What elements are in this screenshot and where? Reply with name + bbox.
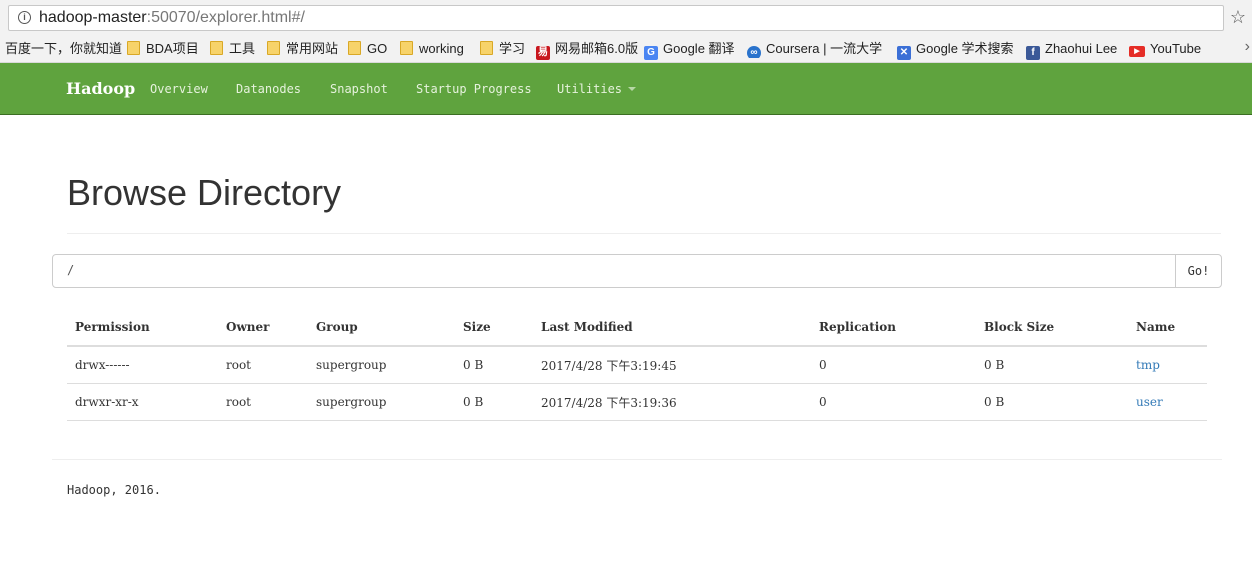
- table-header-row: Permission Owner Group Size Last Modifie…: [67, 309, 1207, 347]
- directory-table: Permission Owner Group Size Last Modifie…: [67, 309, 1207, 421]
- cell-last-modified: 2017/4/28 下午3:19:36: [533, 383, 811, 421]
- cell-size: 0 B: [455, 346, 533, 384]
- bookmark-go[interactable]: GO: [348, 40, 387, 58]
- folder-icon: [267, 41, 280, 55]
- bookmark-label: 工具: [229, 41, 256, 56]
- bookmark-label: Google 学术搜索: [916, 41, 1014, 56]
- star-icon[interactable]: ☆: [1230, 6, 1246, 28]
- coursera-icon: ∞: [747, 46, 761, 58]
- nav-startup-progress[interactable]: Startup Progress: [416, 82, 532, 96]
- youtube-icon: ▶: [1129, 46, 1145, 57]
- bookmark-label: GO: [367, 41, 388, 56]
- cell-owner: root: [218, 346, 308, 384]
- divider: [67, 233, 1221, 234]
- folder-icon: [400, 41, 413, 55]
- facebook-icon: f: [1026, 46, 1040, 60]
- bookmark-label: 网易邮箱6.0版: [555, 41, 639, 56]
- nav-datanodes[interactable]: Datanodes: [236, 82, 301, 96]
- url-text[interactable]: hadoop-master:50070/explorer.html#/: [39, 9, 305, 27]
- cell-permission: drwx------: [67, 346, 218, 384]
- col-group[interactable]: Group: [308, 309, 455, 347]
- cell-group: supergroup: [308, 383, 455, 421]
- bookmark-label: BDA项目: [146, 41, 199, 56]
- go-button[interactable]: Go!: [1175, 254, 1222, 288]
- bookmark-google-scholar[interactable]: ✕ Google 学术搜索: [897, 40, 1014, 60]
- col-block-size[interactable]: Block Size: [976, 309, 1128, 347]
- address-bar[interactable]: i hadoop-master:50070/explorer.html#/: [8, 5, 1224, 31]
- cell-name: user: [1128, 383, 1207, 421]
- url-path: :50070/explorer.html#/: [146, 9, 305, 26]
- bookmark-label: working: [419, 41, 464, 56]
- col-name[interactable]: Name: [1128, 309, 1207, 347]
- bookmark-google-translate[interactable]: G Google 翻译: [644, 40, 735, 60]
- bookmark-coursera[interactable]: ∞ Coursera | 一流大学: [747, 40, 885, 58]
- bookmark-working[interactable]: working: [400, 40, 464, 58]
- col-last-modified[interactable]: Last Modified: [533, 309, 811, 347]
- folder-icon: [348, 41, 361, 55]
- bookmark-youtube[interactable]: ▶ YouTube: [1129, 40, 1201, 58]
- cell-block-size: 0 B: [976, 383, 1128, 421]
- divider: [52, 459, 1222, 460]
- nav-snapshot[interactable]: Snapshot: [330, 82, 388, 96]
- bookmark-label: YouTube: [1150, 41, 1202, 56]
- bookmark-label: Coursera | 一流大学: [766, 41, 883, 56]
- col-replication[interactable]: Replication: [811, 309, 976, 347]
- bookmark-label: 学习: [499, 41, 526, 56]
- table-row: drwx------ root supergroup 0 B 2017/4/28…: [67, 346, 1207, 384]
- folder-icon: [210, 41, 223, 55]
- folder-icon: [127, 41, 140, 55]
- caret-down-icon: [628, 87, 637, 91]
- nav-utilities[interactable]: Utilities: [557, 82, 637, 96]
- file-link-user[interactable]: user: [1136, 395, 1163, 409]
- bookmark-netease-mail[interactable]: 易网易邮箱6.0版: [536, 40, 639, 60]
- info-icon[interactable]: i: [18, 11, 31, 24]
- netease-mail-icon: 易: [536, 46, 550, 60]
- bookmark-label: 百度一下，你就知道: [5, 41, 123, 56]
- cell-owner: root: [218, 383, 308, 421]
- cell-permission: drwxr-xr-x: [67, 383, 218, 421]
- google-scholar-icon: ✕: [897, 46, 911, 60]
- bookmark-zhaohui-lee[interactable]: f Zhaohui Lee: [1026, 40, 1118, 60]
- cell-name: tmp: [1128, 346, 1207, 384]
- bookmark-study[interactable]: 学习: [480, 40, 525, 58]
- cell-replication: 0: [811, 383, 976, 421]
- folder-icon: [480, 41, 493, 55]
- bookmarks-bar: 百度一下，你就知道 BDA项目 工具 常用网站 GO working 学习 易网…: [0, 36, 1252, 63]
- col-size[interactable]: Size: [455, 309, 533, 347]
- bookmark-baidu[interactable]: 百度一下，你就知道: [5, 40, 122, 58]
- col-permission[interactable]: Permission: [67, 309, 218, 347]
- browser-toolbar: i hadoop-master:50070/explorer.html#/ ☆: [0, 0, 1252, 36]
- path-input[interactable]: /: [52, 254, 1176, 288]
- cell-block-size: 0 B: [976, 346, 1128, 384]
- bookmark-bda[interactable]: BDA项目: [127, 40, 199, 58]
- more-bookmarks-icon[interactable]: ›: [1245, 38, 1250, 56]
- nav-overview[interactable]: Overview: [150, 82, 208, 96]
- table-row: drwxr-xr-x root supergroup 0 B 2017/4/28…: [67, 383, 1207, 421]
- brand-logo[interactable]: Hadoop: [66, 79, 135, 98]
- col-owner[interactable]: Owner: [218, 309, 308, 347]
- file-link-tmp[interactable]: tmp: [1136, 358, 1160, 372]
- cell-group: supergroup: [308, 346, 455, 384]
- nav-utilities-label: Utilities: [557, 82, 623, 96]
- bookmark-label: Google 翻译: [663, 41, 735, 56]
- footer-text: Hadoop, 2016.: [67, 483, 161, 497]
- cell-replication: 0: [811, 346, 976, 384]
- bookmark-sites[interactable]: 常用网站: [267, 40, 338, 58]
- bookmark-label: 常用网站: [286, 41, 339, 56]
- cell-size: 0 B: [455, 383, 533, 421]
- url-host: hadoop-master: [39, 9, 147, 26]
- bookmark-label: Zhaohui Lee: [1045, 41, 1118, 56]
- page-title: Browse Directory: [67, 172, 342, 213]
- bookmark-tools[interactable]: 工具: [210, 40, 255, 58]
- google-translate-icon: G: [644, 46, 658, 60]
- navbar: Hadoop Overview Datanodes Snapshot Start…: [0, 63, 1252, 115]
- cell-last-modified: 2017/4/28 下午3:19:45: [533, 346, 811, 384]
